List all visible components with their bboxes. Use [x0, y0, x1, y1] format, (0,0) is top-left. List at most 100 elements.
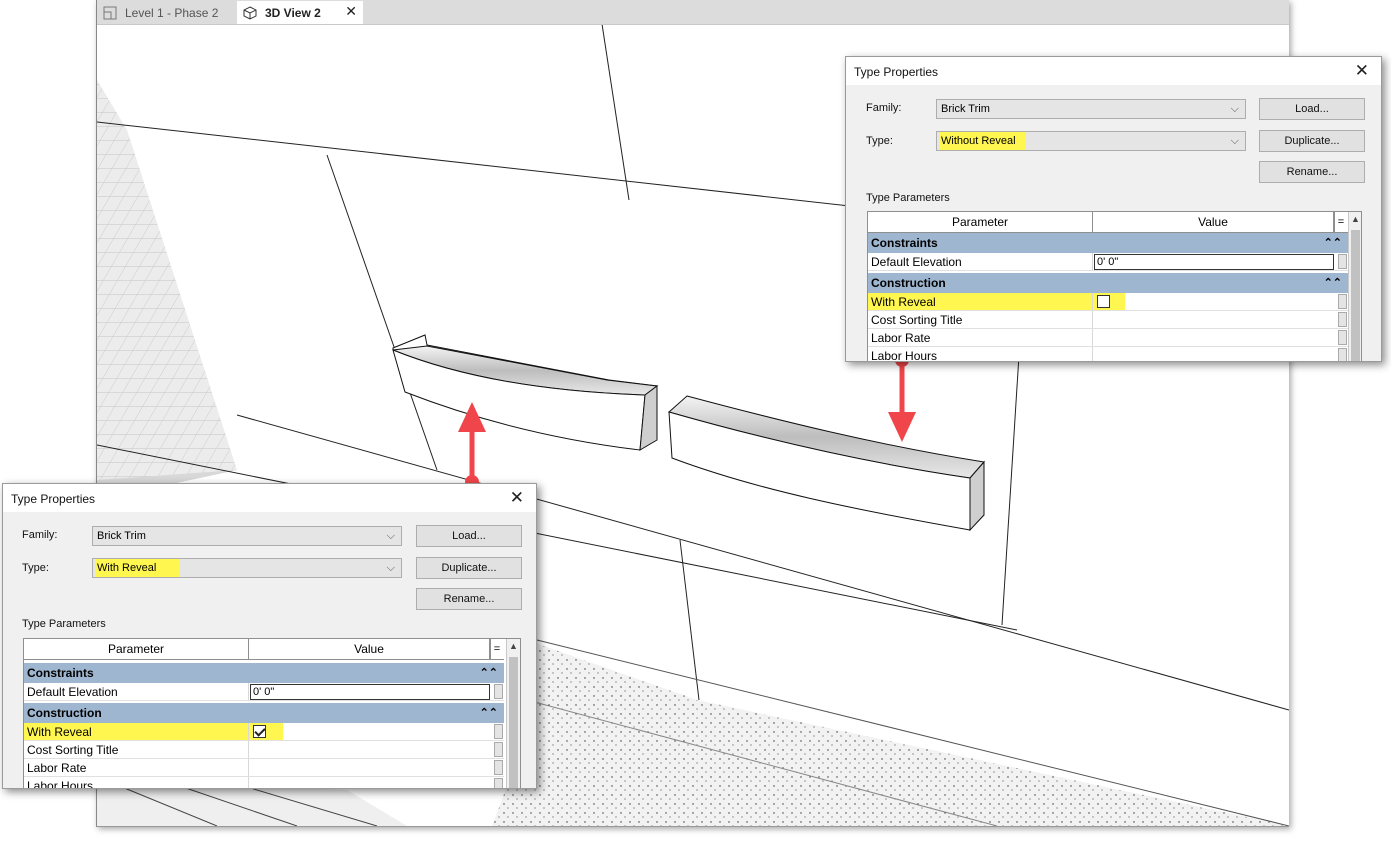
close-icon[interactable]: ✕ [1355, 61, 1369, 81]
type-parameters-grid: Parameter Value = Constraints ⌃⌃ Default… [867, 211, 1362, 361]
param-name: Default Elevation [24, 683, 249, 700]
tab-label: 3D View 2 [265, 5, 321, 20]
category-label: Construction [871, 276, 946, 290]
brick-trim-without-reveal [667, 395, 985, 532]
grid-header: Parameter Value = [24, 639, 504, 660]
param-name: Cost Sorting Title [24, 741, 249, 758]
param-button[interactable] [1338, 330, 1347, 345]
param-row-cost-sorting-title[interactable]: Cost Sorting Title [24, 741, 504, 759]
rename-button[interactable]: Rename... [1259, 161, 1365, 183]
category-construction[interactable]: Construction ⌃⌃ [868, 273, 1348, 293]
param-row-with-reveal[interactable]: With Reveal [868, 293, 1348, 311]
param-button[interactable] [494, 724, 503, 739]
tab-3d-view-2[interactable]: 3D View 2 ✕ [237, 1, 363, 24]
formula-column-header[interactable]: = [490, 639, 503, 659]
param-row-default-elevation[interactable]: Default Elevation 0' 0" [868, 253, 1348, 271]
duplicate-button[interactable]: Duplicate... [1259, 130, 1365, 152]
floor-plan-icon [103, 6, 117, 20]
param-name: Default Elevation [868, 253, 1093, 270]
close-icon[interactable]: ✕ [345, 3, 357, 20]
param-row-labor-hours[interactable]: Labor Hours [868, 347, 1348, 361]
param-button[interactable] [494, 742, 503, 757]
type-parameters-label: Type Parameters [866, 192, 950, 204]
param-row-labor-rate[interactable]: Labor Rate [868, 329, 1348, 347]
column-header-parameter[interactable]: Parameter [868, 212, 1093, 232]
vertical-scrollbar[interactable]: ▲ [506, 639, 520, 788]
family-value: Brick Trim [941, 103, 990, 115]
type-value: With Reveal [95, 559, 181, 577]
param-button[interactable] [494, 684, 503, 699]
dialog-title: Type Properties [11, 492, 96, 506]
rename-button[interactable]: Rename... [416, 588, 522, 610]
with-reveal-checkbox[interactable] [1097, 295, 1110, 308]
brick-trim-with-reveal [392, 334, 659, 451]
param-row-labor-hours[interactable]: Labor Hours [24, 777, 504, 788]
tab-label: Level 1 - Phase 2 [125, 6, 219, 20]
family-dropdown[interactable]: Brick Trim ⌵ [92, 526, 402, 546]
default-elevation-input[interactable]: 0' 0" [1094, 254, 1334, 270]
category-construction[interactable]: Construction ⌃⌃ [24, 703, 504, 723]
param-name: With Reveal [868, 293, 1093, 310]
3d-cube-icon [243, 5, 257, 20]
type-label: Type: [22, 562, 49, 574]
category-label: Constraints [27, 666, 94, 680]
load-button[interactable]: Load... [416, 525, 522, 547]
param-name: Labor Rate [24, 759, 249, 776]
chevron-down-icon: ⌵ [1230, 103, 1239, 115]
chevron-down-icon: ⌵ [386, 530, 395, 542]
arrow-to-without-reveal [888, 353, 916, 442]
param-button[interactable] [1338, 294, 1347, 309]
column-header-value[interactable]: Value [1093, 212, 1334, 232]
type-properties-dialog-without-reveal: Type Properties ✕ Family: Brick Trim ⌵ T… [845, 56, 1382, 362]
collapse-icon[interactable]: ⌃⌃ [1324, 233, 1342, 253]
scroll-up-icon[interactable]: ▲ [1351, 214, 1360, 224]
duplicate-button[interactable]: Duplicate... [416, 557, 522, 579]
chevron-down-icon: ⌵ [386, 562, 395, 574]
tab-level-1-phase-2[interactable]: Level 1 - Phase 2 [103, 2, 218, 24]
scroll-thumb[interactable] [509, 657, 518, 788]
type-properties-dialog-with-reveal: Type Properties ✕ Family: Brick Trim ⌵ T… [2, 483, 537, 789]
view-tab-bar: Level 1 - Phase 2 3D View 2 ✕ [97, 0, 1289, 25]
category-label: Construction [27, 706, 102, 720]
param-row-with-reveal[interactable]: With Reveal [24, 723, 504, 741]
collapse-icon[interactable]: ⌃⌃ [1324, 273, 1342, 293]
scroll-up-icon[interactable]: ▲ [509, 641, 518, 651]
category-label: Constraints [871, 236, 938, 250]
scroll-thumb[interactable] [1351, 230, 1360, 361]
type-dropdown[interactable]: Without Reveal ⌵ [936, 131, 1246, 151]
close-icon[interactable]: ✕ [510, 488, 524, 508]
param-row-labor-rate[interactable]: Labor Rate [24, 759, 504, 777]
formula-column-header[interactable]: = [1334, 212, 1347, 232]
category-constraints[interactable]: Constraints ⌃⌃ [24, 663, 504, 683]
grid-header: Parameter Value = [868, 212, 1348, 233]
type-dropdown[interactable]: With Reveal ⌵ [92, 558, 402, 578]
family-value: Brick Trim [97, 530, 146, 542]
default-elevation-input[interactable]: 0' 0" [250, 684, 490, 700]
param-row-cost-sorting-title[interactable]: Cost Sorting Title [868, 311, 1348, 329]
param-name: With Reveal [24, 723, 249, 740]
family-label: Family: [22, 529, 58, 541]
chevron-down-icon: ⌵ [1230, 135, 1239, 147]
param-button[interactable] [1338, 254, 1347, 269]
vertical-scrollbar[interactable]: ▲ [1348, 212, 1361, 361]
tiled-floor [97, 80, 237, 500]
param-name: Cost Sorting Title [868, 311, 1093, 328]
family-dropdown[interactable]: Brick Trim ⌵ [936, 99, 1246, 119]
with-reveal-checkbox[interactable] [253, 725, 266, 738]
family-label: Family: [866, 102, 902, 114]
param-name: Labor Hours [24, 777, 249, 788]
load-button[interactable]: Load... [1259, 98, 1365, 120]
collapse-icon[interactable]: ⌃⌃ [480, 703, 498, 723]
param-name: Labor Hours [868, 347, 1093, 361]
param-button[interactable] [1338, 348, 1347, 361]
param-button[interactable] [1338, 312, 1347, 327]
param-row-default-elevation[interactable]: Default Elevation 0' 0" [24, 683, 504, 701]
column-header-parameter[interactable]: Parameter [24, 639, 249, 659]
type-parameters-label: Type Parameters [22, 618, 106, 630]
param-button[interactable] [494, 778, 503, 788]
type-label: Type: [866, 135, 893, 147]
collapse-icon[interactable]: ⌃⌃ [480, 663, 498, 683]
param-button[interactable] [494, 760, 503, 775]
column-header-value[interactable]: Value [249, 639, 490, 659]
category-constraints[interactable]: Constraints ⌃⌃ [868, 233, 1348, 253]
